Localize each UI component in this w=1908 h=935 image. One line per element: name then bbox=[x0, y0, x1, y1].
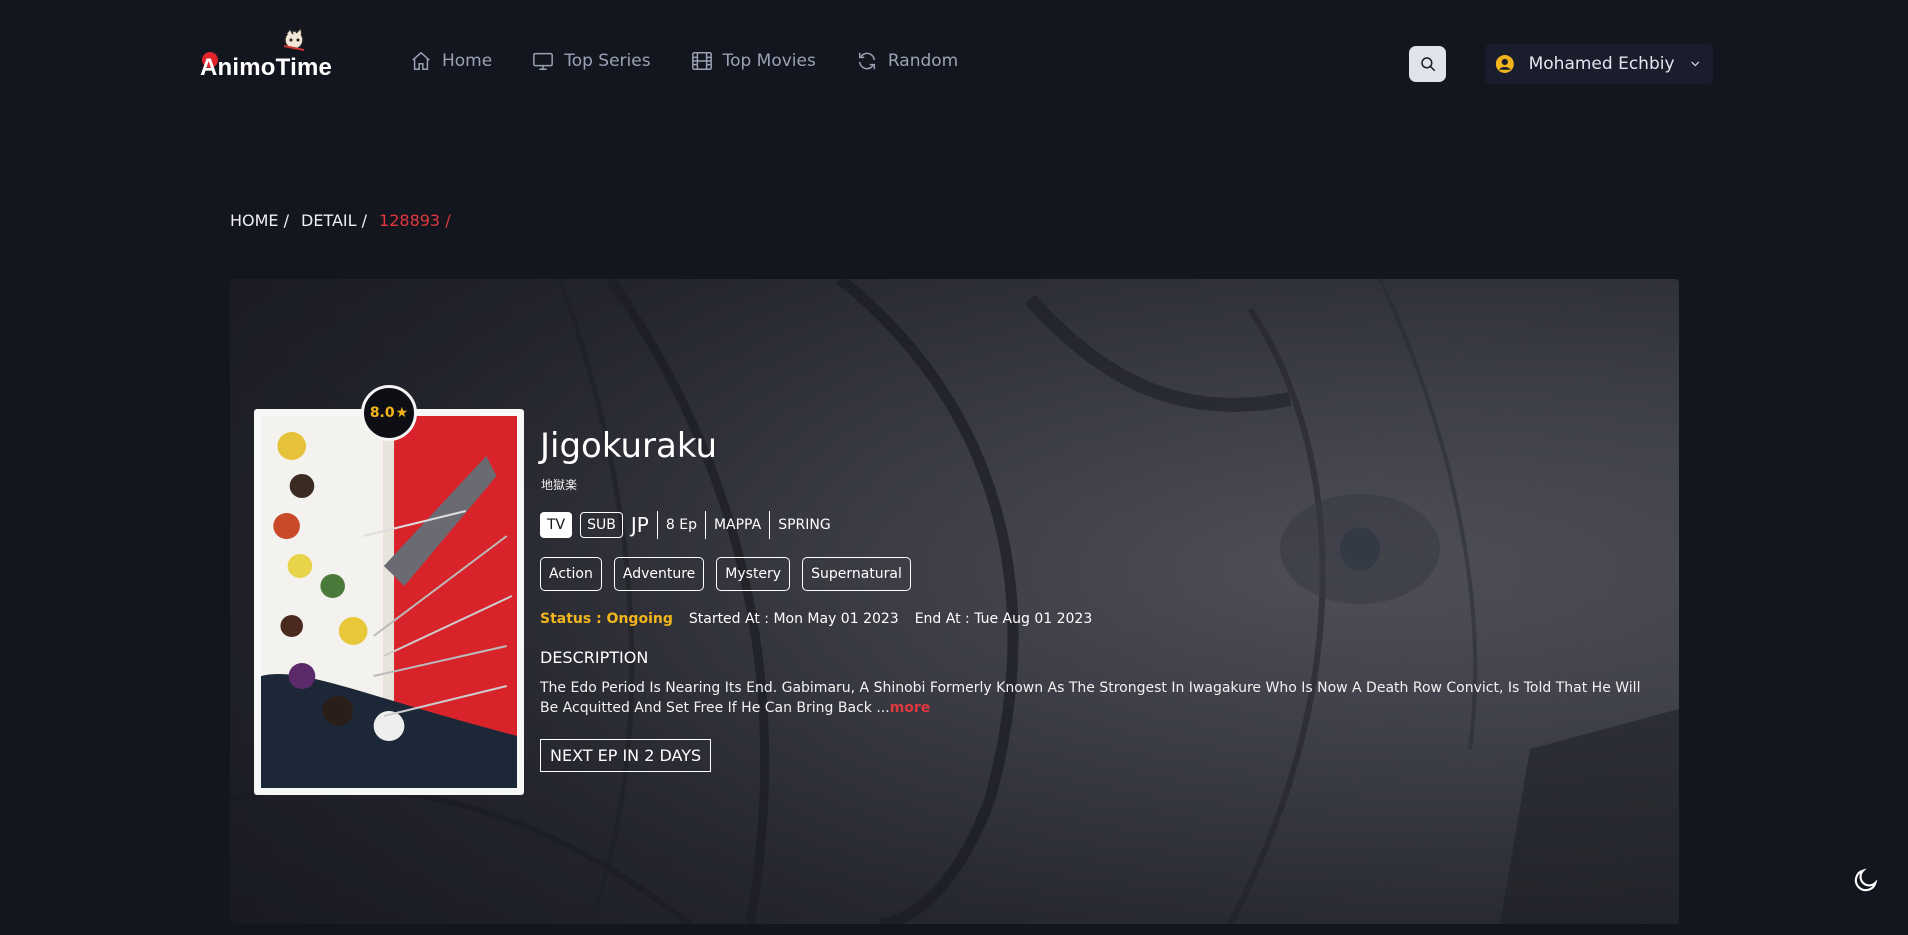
chevron-down-icon bbox=[1690, 61, 1699, 67]
user-menu-button[interactable]: Mohamed Echbiy bbox=[1485, 44, 1713, 84]
breadcrumb-home[interactable]: HOME / bbox=[230, 211, 289, 230]
main-nav: Home Top Series Top Movies Random bbox=[410, 50, 958, 72]
genre-list: Action Adventure Mystery Supernatural bbox=[540, 557, 911, 591]
mascot-icon bbox=[283, 28, 305, 51]
nav-top-movies[interactable]: Top Movies bbox=[691, 50, 816, 72]
format-badge: TV bbox=[540, 512, 573, 538]
rating-value: 8.0 bbox=[369, 405, 395, 421]
theme-toggle-button[interactable] bbox=[1852, 866, 1880, 894]
end-date: End At : Tue Aug 01 2023 bbox=[914, 611, 1093, 627]
home-icon bbox=[412, 51, 430, 70]
next-episode-countdown: NEXT EP IN 2 DAYS bbox=[540, 739, 712, 772]
brand-name: AnimoTime bbox=[200, 54, 333, 81]
genre-tag[interactable]: Action bbox=[540, 557, 602, 591]
poster-art bbox=[261, 416, 517, 788]
anime-meta-row: TV SUB JP 8 Ep MAPPA SPRING bbox=[540, 510, 839, 540]
rating-badge: 8.0 ★ bbox=[361, 385, 417, 441]
start-date: Started At : Mon May 01 2023 bbox=[688, 611, 899, 627]
audio-badge: SUB bbox=[580, 512, 623, 538]
status-row: Status : Ongoing Started At : Mon May 01… bbox=[540, 611, 1092, 627]
genre-tag[interactable]: Supernatural bbox=[802, 557, 911, 591]
brand-logo[interactable]: AnimoTime bbox=[200, 28, 332, 82]
studio-name: MAPPA bbox=[706, 511, 771, 539]
anime-native-title: 地獄楽 bbox=[541, 478, 578, 492]
nav-top-series[interactable]: Top Series bbox=[532, 50, 651, 72]
description-heading: DESCRIPTION bbox=[540, 648, 649, 667]
nav-random-label: Random bbox=[887, 51, 959, 71]
breadcrumb-detail[interactable]: DETAIL / bbox=[301, 211, 367, 230]
anime-poster bbox=[254, 409, 524, 795]
genre-tag[interactable]: Mystery bbox=[716, 557, 791, 591]
top-navbar: AnimoTime Home Top Series Top Movies Ran… bbox=[0, 0, 1908, 128]
tv-icon bbox=[533, 52, 554, 70]
status-text: Status : Ongoing bbox=[540, 611, 673, 627]
user-avatar-icon bbox=[1495, 55, 1514, 73]
genre-tag[interactable]: Adventure bbox=[613, 557, 705, 591]
nav-random[interactable]: Random bbox=[856, 50, 958, 72]
description-body: The Edo Period Is Nearing Its End. Gabim… bbox=[540, 680, 1641, 716]
film-icon bbox=[691, 52, 712, 70]
episode-count: 8 Ep bbox=[658, 511, 706, 539]
nav-top-movies-label: Top Movies bbox=[722, 51, 816, 71]
poster-image bbox=[261, 416, 517, 788]
search-button[interactable] bbox=[1409, 46, 1446, 82]
breadcrumb-current-id: 128893 / bbox=[379, 211, 451, 230]
star-icon: ★ bbox=[395, 405, 409, 421]
read-more-link[interactable]: more bbox=[890, 700, 931, 716]
nav-top-series-label: Top Series bbox=[564, 51, 651, 71]
description-text: The Edo Period Is Nearing Its End. Gabim… bbox=[540, 678, 1650, 718]
moon-icon bbox=[1854, 868, 1878, 892]
breadcrumb: HOME / DETAIL / 128893 / bbox=[230, 211, 451, 230]
language-label: JP bbox=[631, 511, 658, 539]
nav-home[interactable]: Home bbox=[410, 50, 492, 72]
nav-home-label: Home bbox=[442, 51, 493, 71]
season-label: SPRING bbox=[778, 517, 831, 533]
anime-title: Jigokuraku bbox=[540, 426, 718, 466]
user-name: Mohamed Echbiy bbox=[1528, 54, 1675, 74]
refresh-icon bbox=[858, 52, 875, 70]
search-icon bbox=[1420, 57, 1435, 72]
